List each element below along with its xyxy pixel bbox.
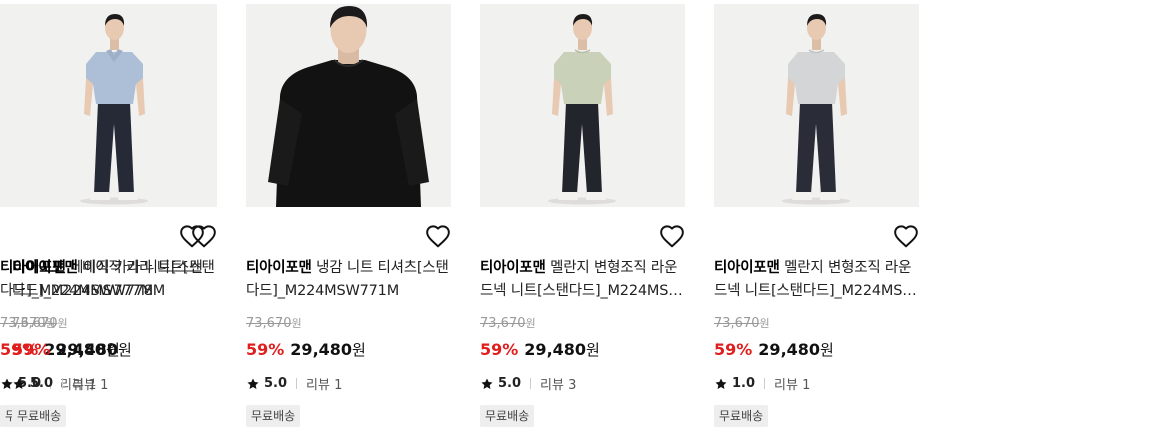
original-price-unit: 원 [525, 317, 536, 330]
sale-price: 29,480 [290, 340, 353, 359]
sale-price-unit: 원 [118, 341, 132, 359]
product-brand: 티아이포맨 [12, 260, 78, 276]
star-filled-icon [714, 377, 728, 391]
product-card[interactable]: 티아이포맨 멜란지 변형조직 라운드넥 니트[스탠다드]_M224MSW779M… [714, 4, 919, 436]
original-price: 73,670원 [246, 315, 302, 331]
rating-row: 1.0 리뷰 1 [714, 374, 810, 393]
product-title[interactable]: 티아이포맨 멜란지 변형조직 라운드넥 니트[스탠다드]_M224MSW780M [480, 257, 685, 303]
sale-price-unit: 원 [352, 341, 366, 359]
original-price-unit: 원 [57, 317, 68, 330]
original-price: 73,670원 [714, 315, 770, 331]
heart-outline-icon [659, 224, 685, 248]
product-image[interactable] [12, 4, 217, 207]
product-brand: 티아이포맨 [246, 260, 312, 276]
original-price: 73,670원 [480, 315, 536, 331]
star-filled-icon [12, 377, 26, 391]
free-shipping-badge: 무료배송 [480, 405, 535, 427]
product-title-text: 티아이포맨 베이직 카라 니트[스탠다드]_M224MSW778M [12, 257, 217, 303]
original-price-value: 73,670 [12, 316, 58, 331]
product-title[interactable]: 티아이포맨 멜란지 변형조직 라운드넥 니트[스탠다드]_M224MSW779M [714, 257, 919, 303]
product-image[interactable] [246, 4, 451, 207]
review-count: 리뷰 1 [774, 378, 811, 393]
product-title-text: 티아이포맨 멜란지 변형조직 라운드넥 니트[스탠다드]_M224MSW779M [714, 257, 919, 303]
star-filled-icon [246, 377, 260, 391]
product-card[interactable]: 티아이포맨 멜란지 변형조직 라운드넥 니트[스탠다드]_M224MSW780M… [480, 4, 685, 436]
divider [530, 378, 532, 389]
original-price-unit: 원 [291, 317, 302, 330]
product-image[interactable] [714, 4, 919, 207]
free-shipping-badge: 무료배송 [714, 405, 769, 427]
original-price-value: 73,670 [480, 316, 526, 331]
original-price: 73,670원 [12, 315, 68, 331]
sale-price-unit: 원 [820, 341, 834, 359]
original-price-unit: 원 [759, 317, 770, 330]
wishlist-button[interactable] [425, 224, 451, 248]
star-filled-icon [480, 377, 494, 391]
discount-rate: 59% [480, 340, 519, 359]
wishlist-button[interactable] [191, 224, 217, 248]
rating-row: 5.0 리뷰 1 [246, 374, 342, 393]
rating-row: 5.0 리뷰 1 [12, 374, 108, 393]
product-brand: 티아이포맨 [714, 260, 780, 276]
sale-price: 29,480 [56, 340, 119, 359]
rating-score: 5.0 [498, 376, 522, 391]
price-row: 59% 29,480원 [12, 339, 132, 360]
discount-rate: 59% [246, 340, 285, 359]
rating-score: 5.0 [30, 376, 54, 391]
rating-score: 5.0 [264, 376, 288, 391]
divider [764, 378, 766, 389]
sale-price: 29,480 [524, 340, 587, 359]
discount-rate: 59% [12, 340, 51, 359]
product-brand: 티아이포맨 [480, 260, 546, 276]
product-image[interactable] [480, 4, 685, 207]
sale-price-unit: 원 [586, 341, 600, 359]
product-card[interactable]: 티아이포맨 베이직 카라 니트[스탠다드]_M224MSW778M 73,670… [12, 4, 217, 436]
review-count: 리뷰 1 [72, 378, 109, 393]
free-shipping-badge: 무료배송 [12, 405, 67, 427]
rating-score: 1.0 [732, 376, 756, 391]
price-row: 59% 29,480원 [246, 339, 366, 360]
discount-rate: 59% [714, 340, 753, 359]
price-row: 59% 29,480원 [714, 339, 834, 360]
original-price-value: 73,670 [246, 316, 292, 331]
product-card[interactable]: 티아이포맨 냉감 니트 티셔츠[스탠다드]_M224MSW771M 73,670… [246, 4, 451, 436]
heart-outline-icon [191, 224, 217, 248]
original-price-value: 73,670 [714, 316, 760, 331]
review-count: 리뷰 3 [540, 378, 577, 393]
divider [296, 378, 298, 389]
sale-price: 29,480 [758, 340, 821, 359]
product-title[interactable]: 티아이포맨 냉감 니트 티셔츠[스탠다드]_M224MSW771M [246, 257, 451, 303]
divider [62, 378, 64, 389]
free-shipping-badge: 무료배송 [246, 405, 301, 427]
product-title-text: 티아이포맨 멜란지 변형조직 라운드넥 니트[스탠다드]_M224MSW780M [480, 257, 685, 303]
product-title[interactable]: 티아이포맨 베이직 카라 니트[스탠다드]_M224MSW778M [12, 257, 217, 303]
review-count: 리뷰 1 [306, 378, 343, 393]
product-title-text: 티아이포맨 냉감 니트 티셔츠[스탠다드]_M224MSW771M [246, 257, 451, 303]
heart-outline-icon [425, 224, 451, 248]
wishlist-button[interactable] [893, 224, 919, 248]
heart-outline-icon [893, 224, 919, 248]
rating-row: 5.0 리뷰 3 [480, 374, 576, 393]
wishlist-button[interactable] [659, 224, 685, 248]
price-row: 59% 29,480원 [480, 339, 600, 360]
